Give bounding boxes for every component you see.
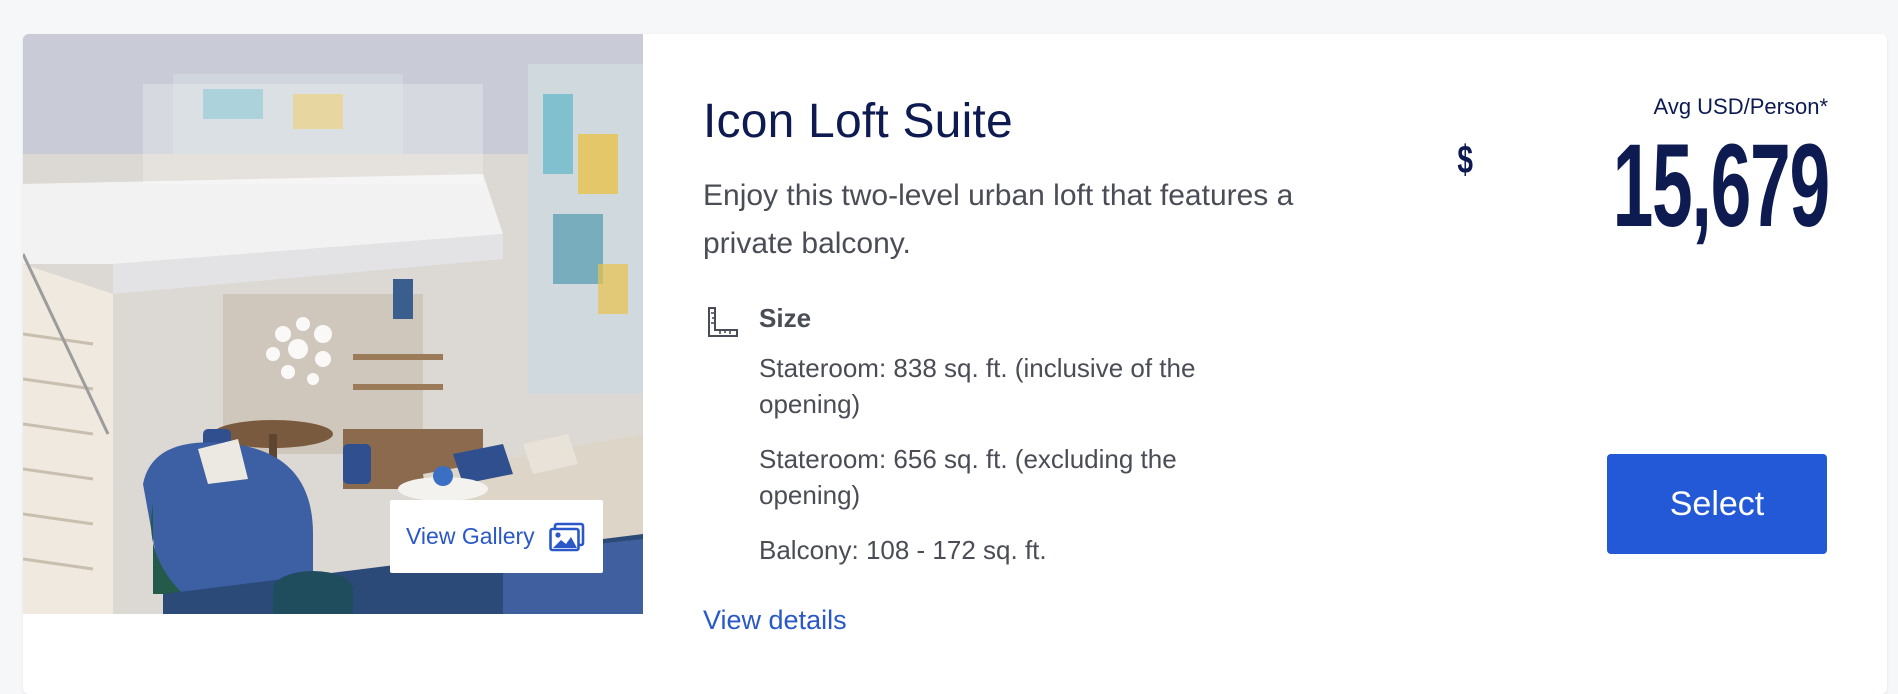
size-item: Stateroom: 838 sq. ft. (inclusive of the… [759, 353, 1196, 419]
size-item: Stateroom: 656 sq. ft. (excluding the op… [759, 444, 1177, 510]
image-gallery-icon [548, 522, 585, 552]
size-heading: Size [759, 303, 812, 333]
suite-photo[interactable]: View Gallery [23, 34, 643, 614]
ruler-corner-icon [706, 305, 740, 339]
price-currency: $ [1457, 138, 1473, 182]
price-label: Avg USD/Person* [1653, 94, 1828, 119]
price: $ 15,679 [1454, 120, 1831, 252]
suite-description: Enjoy this two-level urban loft that fea… [703, 179, 1294, 260]
price-amount: 15,679 [1612, 120, 1831, 252]
suite-title: Icon Loft Suite [703, 95, 1013, 148]
view-gallery-label: View Gallery [406, 523, 535, 549]
size-item: Balcony: 108 - 172 sq. ft. [759, 535, 1047, 565]
view-details-link[interactable]: View details [703, 605, 847, 636]
view-gallery-button[interactable]: View Gallery [390, 500, 603, 573]
select-button[interactable]: Select [1607, 454, 1827, 554]
size-list: Stateroom: 838 sq. ft. (inclusive of the… [759, 350, 1279, 587]
suite-card: View Gallery Icon Loft Suite Enjoy this … [23, 34, 1887, 694]
